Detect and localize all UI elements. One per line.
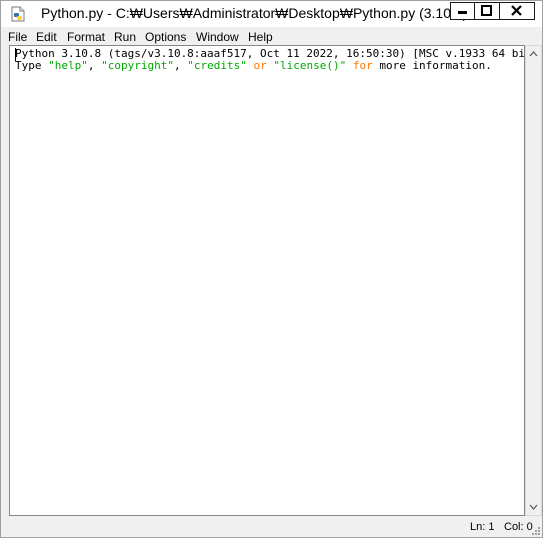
code-token-keyword: or (253, 59, 267, 72)
code-token-plain: , (87, 59, 102, 72)
close-button[interactable] (500, 2, 535, 20)
status-line-number: Ln: 1 (470, 521, 495, 533)
resize-grip-icon[interactable] (531, 526, 541, 536)
menu-help[interactable]: Help (248, 30, 273, 44)
chevron-up-icon (529, 51, 538, 57)
menu-format[interactable]: Format (67, 30, 105, 44)
menu-options[interactable]: Options (145, 30, 186, 44)
status-column-number: Col: 0 (504, 521, 533, 533)
menu-edit[interactable]: Edit (36, 30, 57, 44)
code-token-string: "credits" (187, 59, 247, 72)
code-token-keyword: for (352, 59, 373, 72)
python-file-icon[interactable] (10, 6, 26, 22)
editor-line-2: Type "help", "copyright", "credits" or "… (15, 60, 492, 72)
status-bar: Ln: 1 Col: 0 (1, 517, 542, 537)
code-token-string: "copyright" (101, 59, 174, 72)
scroll-down-button[interactable] (526, 498, 541, 515)
menu-run[interactable]: Run (114, 30, 136, 44)
code-token-plain: , (173, 59, 188, 72)
maximize-icon (481, 5, 492, 16)
menu-bar: File Edit Format Run Options Window Help (1, 28, 542, 46)
code-token-plain: more information. (372, 59, 492, 72)
idle-editor-window: Python.py - C:₩Users₩Administrator₩Deskt… (0, 0, 543, 538)
code-token-string: "license()" (273, 59, 347, 72)
title-bar[interactable]: Python.py - C:₩Users₩Administrator₩Deskt… (1, 1, 542, 27)
maximize-button[interactable] (475, 2, 500, 20)
vertical-scrollbar[interactable] (525, 45, 542, 516)
code-token-plain: Type (15, 59, 49, 72)
scroll-up-button[interactable] (526, 46, 541, 63)
minimize-icon (458, 11, 467, 14)
menu-file[interactable]: File (8, 30, 27, 44)
code-token-string: "help" (48, 59, 88, 72)
editor-text-area[interactable]: Python 3.10.8 (tags/v3.10.8:aaaf517, Oct… (9, 45, 525, 516)
chevron-down-icon (529, 504, 538, 510)
close-icon (511, 5, 522, 16)
window-title: Python.py - C:₩Users₩Administrator₩Deskt… (41, 5, 468, 21)
text-cursor (15, 48, 16, 61)
minimize-button[interactable] (450, 2, 475, 20)
menu-window[interactable]: Window (196, 30, 239, 44)
